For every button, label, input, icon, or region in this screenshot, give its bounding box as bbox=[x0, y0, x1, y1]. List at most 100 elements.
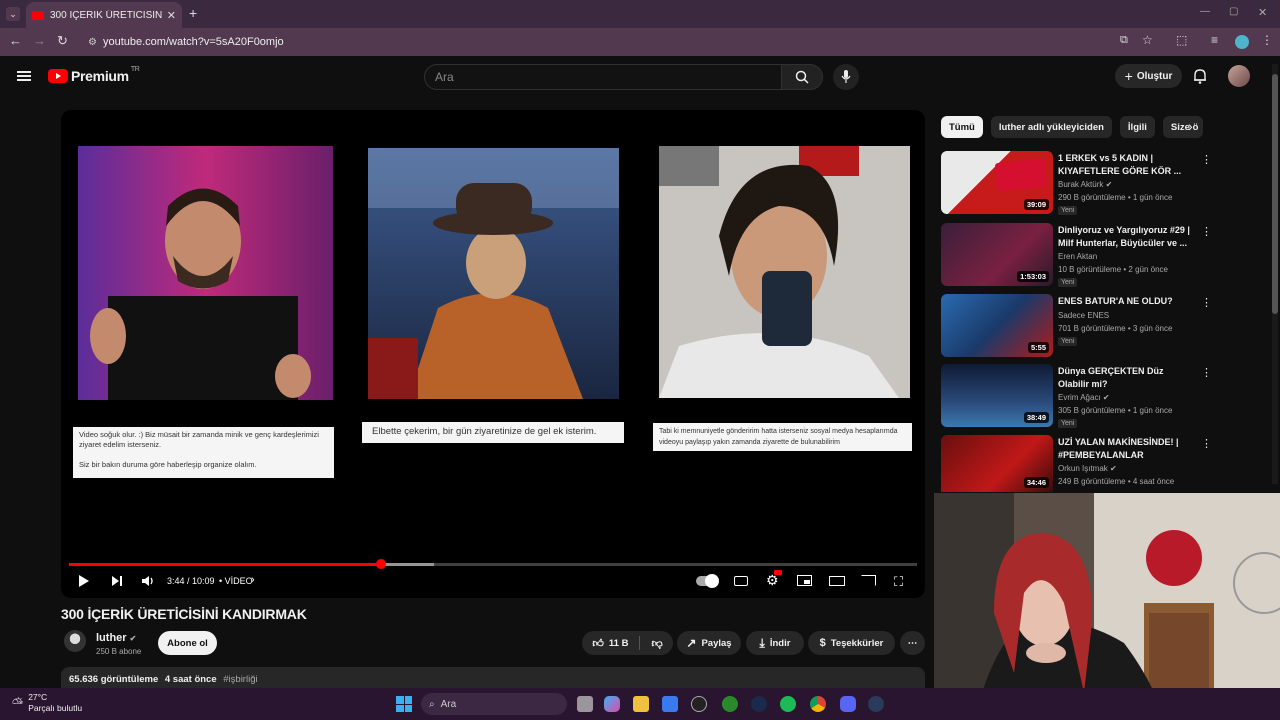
channel-avatar[interactable] bbox=[64, 630, 86, 652]
menu-icon[interactable] bbox=[17, 71, 31, 81]
play-icon[interactable] bbox=[79, 575, 89, 587]
minimize-window-icon[interactable]: — bbox=[1200, 6, 1210, 17]
recommendation-channel: Sadece ENES bbox=[1058, 311, 1110, 320]
chips-next-chevron-icon[interactable]: › bbox=[1188, 118, 1193, 134]
recommendation-meta: 10 B görüntüleme • 2 gün önce bbox=[1058, 265, 1168, 274]
verified-icon: ✔ bbox=[1105, 180, 1113, 189]
maximize-window-icon[interactable]: ▢ bbox=[1229, 6, 1238, 17]
logo-region: TR bbox=[130, 65, 140, 73]
recommendation-item[interactable]: 38:49 Dünya GERÇEKTEN Düz Olabilir mi? E… bbox=[941, 364, 1216, 428]
steam-icon[interactable] bbox=[751, 696, 767, 712]
hashtag-link[interactable]: #işbirliği bbox=[223, 674, 257, 685]
download-button[interactable]: ⤓ İndir bbox=[746, 631, 804, 655]
install-app-icon[interactable]: ⧉ bbox=[1120, 34, 1128, 47]
page-scrollbar[interactable] bbox=[1272, 64, 1278, 484]
task-view-icon[interactable] bbox=[577, 696, 593, 712]
recommendation-title: Dünya GERÇEKTEN Düz Olabilir mi? bbox=[1058, 366, 1164, 389]
reload-icon[interactable]: ↻ bbox=[57, 33, 68, 49]
cast-icon[interactable] bbox=[861, 575, 876, 586]
progress-bar[interactable] bbox=[69, 559, 917, 569]
chip-from-uploader[interactable]: luther adlı yükleyiciden bbox=[990, 116, 1112, 138]
bookmark-star-icon[interactable]: ☆ bbox=[1142, 33, 1153, 47]
browser-menu-icon[interactable]: ⋮ bbox=[1261, 33, 1273, 47]
recommendation-item[interactable]: 39:09 1 ERKEK vs 5 KADIN | KIYAFETLERE G… bbox=[941, 151, 1216, 215]
fullscreen-icon[interactable]: ⛶ bbox=[894, 574, 903, 590]
recommendation-title: ENES BATUR'A NE OLDU? bbox=[1058, 296, 1173, 306]
close-window-icon[interactable]: ✕ bbox=[1258, 6, 1267, 19]
video-title: 300 İÇERİK ÜRETİCİSİNİ KANDIRMAK bbox=[61, 606, 307, 622]
autoplay-toggle[interactable] bbox=[696, 574, 719, 588]
volume-icon[interactable] bbox=[141, 574, 155, 590]
notifications-bell-icon[interactable] bbox=[1193, 68, 1207, 89]
chip-related[interactable]: İlgili bbox=[1119, 116, 1155, 138]
create-label: Oluştur bbox=[1136, 70, 1173, 82]
game-app-icon[interactable] bbox=[691, 696, 707, 712]
recommendation-item[interactable]: 1:53:03 Dinliyoruz ve Yargılıyoruz #29 |… bbox=[941, 223, 1216, 287]
more-actions-button[interactable]: ⋯ bbox=[900, 631, 925, 655]
steam-alt-icon[interactable] bbox=[868, 696, 884, 712]
recommendation-item[interactable]: 5:55 ENES BATUR'A NE OLDU? Sadece ENES 7… bbox=[941, 294, 1216, 358]
search-button[interactable] bbox=[781, 64, 823, 90]
thanks-button[interactable]: $ Teşekkürler bbox=[808, 631, 895, 655]
discord-icon[interactable] bbox=[840, 696, 856, 712]
more-options-icon[interactable]: ⋮ bbox=[1201, 153, 1212, 166]
subtitles-icon[interactable] bbox=[734, 576, 748, 586]
close-tab-icon[interactable]: ✕ bbox=[167, 9, 176, 22]
recommendation-channel: Eren Aktan bbox=[1058, 252, 1098, 261]
recommendation-channel: Burak Aktürk ✔ bbox=[1058, 180, 1113, 189]
share-label: Paylaş bbox=[701, 637, 732, 649]
voice-search-button[interactable] bbox=[833, 64, 859, 90]
theater-mode-icon[interactable] bbox=[829, 576, 845, 586]
spotify-icon[interactable] bbox=[780, 696, 796, 712]
search-icon bbox=[795, 70, 809, 84]
recommendation-item[interactable]: 34:46 UZİ YALAN MAKİNESİNDE! | #PEMBEYAL… bbox=[941, 435, 1216, 492]
video-player[interactable]: Video soğuk olur. :) Biz müsait bir zama… bbox=[61, 110, 925, 598]
more-options-icon[interactable]: ⋮ bbox=[1201, 296, 1212, 309]
xbox-icon[interactable] bbox=[722, 696, 738, 712]
chip-all[interactable]: Tümü bbox=[941, 116, 983, 138]
chapter-link[interactable]: • VİDEO bbox=[219, 576, 253, 586]
thanks-label: Teşekkürler bbox=[830, 637, 884, 649]
recommendation-meta: 290 B görüntüleme • 1 gün önce bbox=[1058, 193, 1173, 202]
search-input[interactable]: Ara bbox=[424, 64, 782, 90]
new-badge: Yeni bbox=[1058, 206, 1078, 215]
more-options-icon[interactable]: ⋮ bbox=[1201, 437, 1212, 450]
copilot-icon[interactable] bbox=[604, 696, 620, 712]
recommendation-channel: Orkun Işıtmak ✔ bbox=[1058, 464, 1117, 473]
chapter-chevron-icon[interactable]: › bbox=[251, 574, 255, 586]
extensions-icon[interactable]: ⬚ bbox=[1176, 33, 1187, 47]
chrome-icon[interactable] bbox=[810, 696, 826, 712]
more-options-icon[interactable]: ⋮ bbox=[1201, 366, 1212, 379]
weather-widget[interactable]: ⛅︎ 27°C Parçalı bulutlu bbox=[12, 692, 82, 714]
taskbar-search[interactable]: ⌕ Ara bbox=[421, 693, 567, 715]
address-bar[interactable]: ⚙ youtube.com/watch?v=5sA20F0omjo bbox=[78, 31, 1268, 53]
back-icon[interactable]: ← bbox=[9, 33, 22, 48]
new-tab-icon[interactable]: + bbox=[189, 5, 197, 21]
reading-list-icon[interactable]: ≡ bbox=[1211, 33, 1218, 47]
create-button[interactable]: + Oluştur bbox=[1115, 64, 1182, 88]
account-avatar[interactable] bbox=[1228, 65, 1250, 87]
tab-list-icon[interactable]: ⌄ bbox=[6, 7, 20, 21]
site-info-icon[interactable]: ⚙ bbox=[88, 37, 97, 48]
file-explorer-icon[interactable] bbox=[633, 696, 649, 712]
channel-name[interactable]: luther ✔ bbox=[96, 632, 136, 644]
more-options-icon[interactable]: ⋮ bbox=[1201, 225, 1212, 238]
recommendation-title: Dinliyoruz ve Yargılıyoruz #29 | Milf Hu… bbox=[1058, 225, 1190, 248]
recommendation-meta: 701 B görüntüleme • 3 gün önce bbox=[1058, 324, 1173, 333]
miniplayer-icon[interactable] bbox=[797, 575, 812, 586]
share-button[interactable]: ↗ Paylaş bbox=[677, 631, 741, 655]
windows-start-icon[interactable] bbox=[396, 696, 412, 712]
microsoft-store-icon[interactable] bbox=[662, 696, 678, 712]
forward-icon[interactable]: → bbox=[33, 33, 46, 48]
webcam-overlay bbox=[934, 493, 1280, 720]
chip-for-you[interactable]: Size ö bbox=[1162, 116, 1203, 138]
youtube-premium-logo[interactable]: Premium TR bbox=[48, 65, 140, 84]
like-button[interactable]: 👍︎ 11 B bbox=[592, 637, 628, 650]
settings-gear-icon[interactable]: ⚙ bbox=[766, 570, 782, 589]
subscribe-button[interactable]: Abone ol bbox=[158, 631, 217, 655]
next-icon[interactable] bbox=[111, 575, 123, 589]
thumbs-down-icon[interactable]: 👎︎ bbox=[651, 637, 662, 650]
profile-icon[interactable] bbox=[1235, 35, 1249, 49]
browser-tab[interactable]: 300 İÇERİK ÜRETİCİSİNİ KANDIRMAK ✕ bbox=[26, 2, 182, 28]
video-frame-person-1 bbox=[78, 146, 333, 400]
